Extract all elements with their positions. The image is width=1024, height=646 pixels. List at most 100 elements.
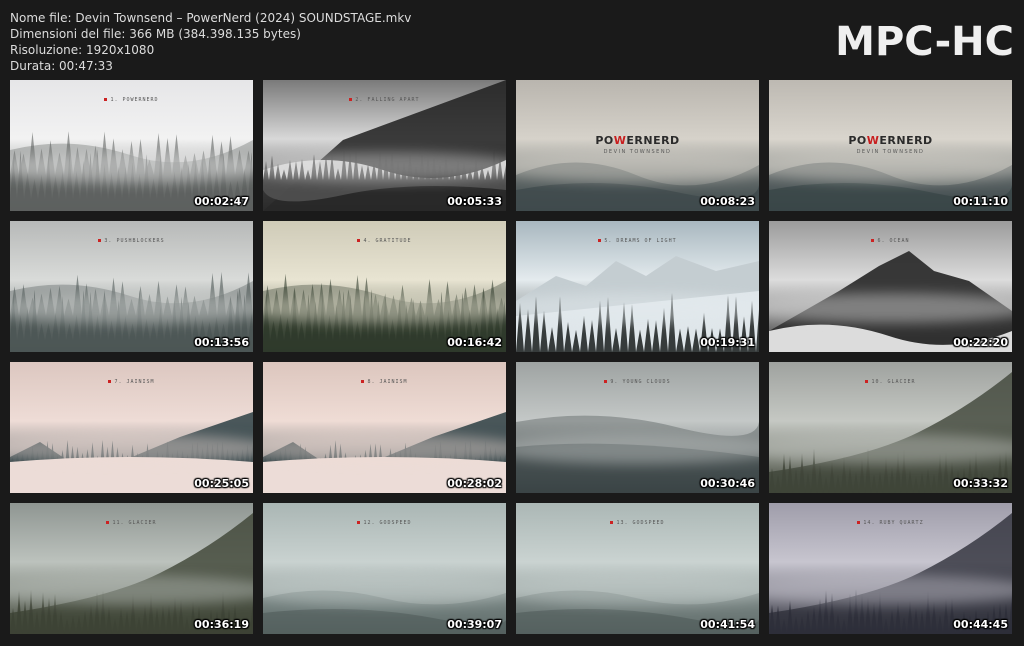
caption-marker-icon bbox=[610, 521, 614, 524]
brand-text-end: ERNERD bbox=[879, 134, 933, 147]
caption-text: 8. JAINISM bbox=[367, 379, 408, 385]
mist-overlay bbox=[263, 575, 506, 606]
thumbnail-grid: 1. POWERNERD 00:02:47 2. FALLING APART 00:0… bbox=[10, 80, 1012, 634]
timestamp: 00:02:47 bbox=[194, 195, 249, 208]
filesize-label: Dimensioni del file: 366 MB (384.398.135… bbox=[10, 27, 301, 41]
track-caption: 6. OCEAN bbox=[769, 238, 1012, 244]
thumbnail[interactable]: 9. YOUNG CLOUDS 00:30:46 bbox=[516, 362, 759, 493]
mpc-hc-logo: MPC-HC bbox=[835, 19, 1014, 65]
timestamp: 00:36:19 bbox=[194, 618, 249, 631]
mist-overlay bbox=[769, 575, 1012, 606]
timestamp: 00:33:32 bbox=[953, 477, 1008, 490]
thumbnail[interactable]: 10. GLACIER 00:33:32 bbox=[769, 362, 1012, 493]
thumbnail[interactable]: 4. GRATITUDE 00:16:42 bbox=[263, 221, 506, 352]
filename-label: Nome file: Devin Townsend – PowerNerd (2… bbox=[10, 11, 412, 25]
timestamp: 00:13:56 bbox=[194, 336, 249, 349]
caption-text: 12. GODSPEED bbox=[363, 520, 412, 526]
mist-overlay bbox=[516, 575, 759, 606]
thumbnail[interactable]: POWERNERD DEVIN TOWNSEND 00:11:10 bbox=[769, 80, 1012, 211]
caption-text: 14. RUBY QUARTZ bbox=[863, 520, 924, 526]
track-caption: 12. GODSPEED bbox=[263, 520, 506, 526]
caption-text: 7. JAINISM bbox=[114, 379, 155, 385]
track-caption: 8. JAINISM bbox=[263, 379, 506, 385]
caption-text: 3. PUSHBLOCKERS bbox=[104, 238, 165, 244]
caption-text: 10. GLACIER bbox=[871, 379, 916, 385]
caption-marker-icon bbox=[104, 98, 108, 101]
brand-text-start: PO bbox=[848, 134, 867, 147]
caption-marker-icon bbox=[98, 239, 102, 242]
track-caption: 14. RUBY QUARTZ bbox=[769, 520, 1012, 526]
thumbnail[interactable]: 13. GODSPEED 00:41:54 bbox=[516, 503, 759, 634]
timestamp: 00:39:07 bbox=[447, 618, 502, 631]
caption-marker-icon bbox=[871, 239, 875, 242]
caption-text: 2. FALLING APART bbox=[355, 97, 420, 103]
brand-subtitle: DEVIN TOWNSEND bbox=[856, 149, 925, 155]
duration-label: Durata: 00:47:33 bbox=[10, 59, 113, 73]
mist-overlay bbox=[10, 575, 253, 606]
mist-overlay bbox=[263, 293, 506, 324]
powernerd-logo: POWERNERD bbox=[769, 134, 1012, 147]
mist-overlay bbox=[516, 152, 759, 183]
track-caption: 3. PUSHBLOCKERS bbox=[10, 238, 253, 244]
timestamp: 00:22:20 bbox=[953, 336, 1008, 349]
brand-subtitle: DEVIN TOWNSEND bbox=[603, 149, 672, 155]
caption-marker-icon bbox=[361, 380, 365, 383]
timestamp: 00:28:02 bbox=[447, 477, 502, 490]
thumbnail[interactable]: POWERNERD DEVIN TOWNSEND 00:08:23 bbox=[516, 80, 759, 211]
track-caption: 9. YOUNG CLOUDS bbox=[516, 379, 759, 385]
mist-overlay bbox=[516, 434, 759, 465]
timestamp: 00:19:31 bbox=[700, 336, 755, 349]
caption-marker-icon bbox=[357, 521, 361, 524]
track-caption: 2. FALLING APART bbox=[263, 97, 506, 103]
track-caption: 10. GLACIER bbox=[769, 379, 1012, 385]
timestamp: 00:44:45 bbox=[953, 618, 1008, 631]
caption-marker-icon bbox=[857, 521, 861, 524]
track-caption: 4. GRATITUDE bbox=[263, 238, 506, 244]
thumbnail[interactable]: 1. POWERNERD 00:02:47 bbox=[10, 80, 253, 211]
timestamp: 00:30:46 bbox=[700, 477, 755, 490]
thumbnail[interactable]: 11. GLACIER 00:36:19 bbox=[10, 503, 253, 634]
mist-overlay bbox=[10, 434, 253, 465]
caption-text: 1. POWERNERD bbox=[110, 97, 159, 103]
track-caption: 7. JAINISM bbox=[10, 379, 253, 385]
mist-overlay bbox=[263, 434, 506, 465]
caption-marker-icon bbox=[349, 98, 353, 101]
resolution-label: Risoluzione: 1920x1080 bbox=[10, 43, 155, 57]
caption-text: 4. GRATITUDE bbox=[363, 238, 412, 244]
caption-text: 9. YOUNG CLOUDS bbox=[610, 379, 671, 385]
mist-overlay bbox=[516, 293, 759, 324]
thumbnail[interactable]: 7. JAINISM 00:25:05 bbox=[10, 362, 253, 493]
caption-marker-icon bbox=[106, 521, 110, 524]
thumbnail[interactable]: 12. GODSPEED 00:39:07 bbox=[263, 503, 506, 634]
caption-marker-icon bbox=[865, 380, 869, 383]
thumbnail[interactable]: 5. DREAMS OF LIGHT 00:19:31 bbox=[516, 221, 759, 352]
thumbnail[interactable]: 2. FALLING APART 00:05:33 bbox=[263, 80, 506, 211]
timestamp: 00:25:05 bbox=[194, 477, 249, 490]
thumbnail[interactable]: 6. OCEAN 00:22:20 bbox=[769, 221, 1012, 352]
caption-text: 13. GODSPEED bbox=[616, 520, 665, 526]
timestamp: 00:08:23 bbox=[700, 195, 755, 208]
track-caption: 5. DREAMS OF LIGHT bbox=[516, 238, 759, 244]
timestamp: 00:05:33 bbox=[447, 195, 502, 208]
thumbnail[interactable]: 14. RUBY QUARTZ 00:44:45 bbox=[769, 503, 1012, 634]
brand-text-end: ERNERD bbox=[626, 134, 680, 147]
mist-overlay bbox=[263, 152, 506, 183]
mist-overlay bbox=[10, 293, 253, 324]
brand-text-highlight: W bbox=[866, 134, 880, 147]
thumbnail[interactable]: 8. JAINISM 00:28:02 bbox=[263, 362, 506, 493]
caption-marker-icon bbox=[357, 239, 361, 242]
caption-text: 6. OCEAN bbox=[877, 238, 910, 244]
caption-marker-icon bbox=[604, 380, 608, 383]
thumbnail[interactable]: 3. PUSHBLOCKERS 00:13:56 bbox=[10, 221, 253, 352]
track-caption: 13. GODSPEED bbox=[516, 520, 759, 526]
brand-text-highlight: W bbox=[613, 134, 627, 147]
caption-marker-icon bbox=[108, 380, 112, 383]
powernerd-logo: POWERNERD bbox=[516, 134, 759, 147]
caption-text: 5. DREAMS OF LIGHT bbox=[604, 238, 677, 244]
timestamp: 00:41:54 bbox=[700, 618, 755, 631]
caption-text: 11. GLACIER bbox=[112, 520, 157, 526]
timestamp: 00:11:10 bbox=[953, 195, 1008, 208]
mist-overlay bbox=[769, 434, 1012, 465]
mist-overlay bbox=[769, 152, 1012, 183]
timestamp: 00:16:42 bbox=[447, 336, 502, 349]
